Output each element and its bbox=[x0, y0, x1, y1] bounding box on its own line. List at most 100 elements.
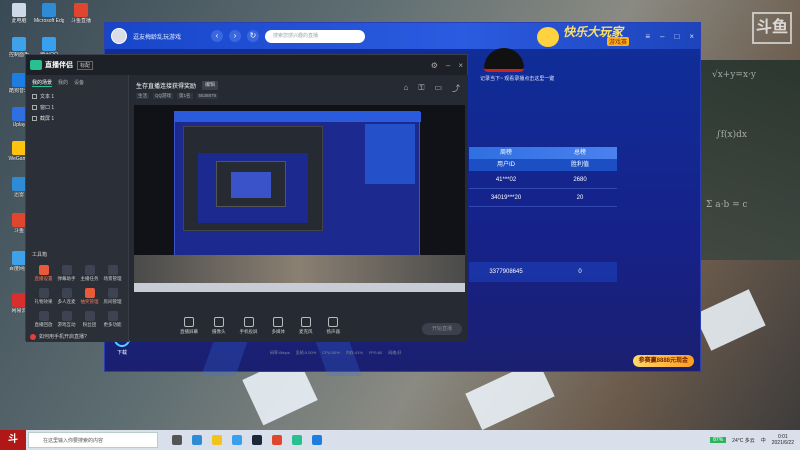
tool-button[interactable]: 多人连麦 bbox=[55, 288, 78, 305]
edge-icon[interactable] bbox=[192, 435, 202, 445]
source-control-button[interactable]: 扬声器 bbox=[327, 317, 340, 335]
promo-button[interactable]: 参赛赢8888元现金 bbox=[632, 355, 694, 367]
source-controls: 直播屏幕 摄像头 手机投屏 多媒体 麦克风 扬声器 bbox=[180, 317, 340, 335]
forward-icon[interactable]: › bbox=[229, 30, 241, 42]
start-live-button[interactable]: 开始直播 bbox=[422, 323, 462, 335]
stat-item: CPU:30% bbox=[322, 350, 340, 355]
desktop-icon-label: 此电脑 bbox=[11, 18, 27, 24]
home-icon[interactable]: ⌂ bbox=[404, 83, 409, 94]
source-control-button[interactable]: 摄像头 bbox=[212, 317, 226, 335]
tool-icon bbox=[107, 265, 118, 275]
tool-icon bbox=[61, 288, 72, 298]
rank-total-tab[interactable]: 总榜 bbox=[543, 147, 617, 159]
app-icon bbox=[42, 37, 56, 51]
tab-mine[interactable]: 我的 bbox=[58, 79, 68, 87]
source-control-button[interactable]: 直播屏幕 bbox=[180, 317, 198, 335]
back-icon[interactable]: ‹ bbox=[211, 30, 223, 42]
tool-button[interactable]: 直播设置 bbox=[32, 265, 55, 282]
desktop-icon[interactable]: Microsoft Edge bbox=[34, 2, 64, 32]
edit-title-button[interactable]: 编辑 bbox=[202, 81, 219, 90]
tool-button[interactable]: 房间管理 bbox=[101, 288, 124, 305]
minimize-icon[interactable]: – bbox=[446, 61, 450, 70]
room-name: 逗友梅龄乱玩游戏 bbox=[133, 34, 182, 41]
app-icon bbox=[12, 293, 26, 307]
app-icon bbox=[74, 3, 88, 17]
scene-panel: 我的场景 我的 设备 文本 1 窗口 1 截屏 1 工具箱 直播设置 弹幕助手 主播… bbox=[26, 75, 129, 342]
steam-icon[interactable] bbox=[252, 435, 262, 445]
douyu-start-icon[interactable]: 斗 bbox=[0, 430, 26, 450]
app-icon bbox=[12, 37, 26, 51]
search-input[interactable]: 搜索您感兴趣的直播 bbox=[265, 29, 365, 43]
mobile-live-hint[interactable]: 如何用手机开启直播? bbox=[30, 333, 87, 340]
eye-icon[interactable] bbox=[32, 116, 37, 121]
banner-badge: 游戏赛 bbox=[607, 37, 630, 46]
app-icon bbox=[12, 73, 26, 87]
tool-button[interactable]: 主播任务 bbox=[78, 265, 101, 282]
close-icon[interactable]: × bbox=[689, 32, 694, 41]
tab-my-scenes[interactable]: 我的场景 bbox=[32, 79, 53, 87]
battery-indicator[interactable]: 87% bbox=[710, 437, 727, 443]
music-icon[interactable] bbox=[312, 435, 322, 445]
eye-icon[interactable] bbox=[32, 105, 37, 110]
live-companion-icon[interactable] bbox=[292, 435, 302, 445]
preview-taskbar bbox=[134, 283, 465, 292]
clock[interactable]: 0:01 2021/6/22 bbox=[772, 434, 794, 446]
scene-item[interactable]: 文本 1 bbox=[26, 91, 128, 102]
tool-button[interactable]: 粉丝团 bbox=[78, 311, 101, 328]
maximize-icon[interactable]: □ bbox=[674, 32, 679, 41]
menu-icon[interactable]: ≡ bbox=[645, 32, 650, 41]
douyu-icon[interactable] bbox=[272, 435, 282, 445]
close-icon[interactable]: × bbox=[458, 61, 463, 70]
tool-button[interactable]: 场景管理 bbox=[101, 265, 124, 282]
tool-button[interactable]: 弹幕助手 bbox=[55, 265, 78, 282]
qq-icon[interactable] bbox=[232, 435, 242, 445]
tool-button[interactable]: 游戏互动 bbox=[55, 311, 78, 328]
source-control-button[interactable]: 手机投屏 bbox=[240, 317, 258, 335]
event-banner[interactable]: 快乐大玩家 游戏赛 bbox=[535, 23, 645, 49]
stream-preview[interactable] bbox=[134, 105, 465, 292]
refresh-icon[interactable]: ↻ bbox=[247, 30, 259, 42]
tool-button[interactable]: 更多功能 bbox=[101, 311, 124, 328]
system-tray: 87% 24°C 多云 中 0:01 2021/6/22 bbox=[710, 434, 800, 446]
avatar[interactable] bbox=[111, 28, 127, 44]
download-label: 下载 bbox=[116, 350, 127, 356]
stream-stats: 码率:0kbps 丢帧:0.00% CPU:30% 内存:41% FPS:60 网络:好 bbox=[270, 350, 401, 356]
tool-icon bbox=[38, 265, 49, 275]
app-icon bbox=[12, 107, 26, 121]
share-icon[interactable]: ⤴ bbox=[452, 83, 460, 94]
rank-weekly-tab[interactable]: 周榜 bbox=[469, 147, 543, 159]
desktop-icon[interactable]: 此电脑 bbox=[4, 2, 34, 32]
version-tag[interactable]: 标配 bbox=[77, 60, 94, 70]
taskbar-search-input[interactable]: 在这里输入你要搜索的内容 bbox=[28, 432, 158, 448]
folder-icon[interactable] bbox=[212, 435, 222, 445]
task-view-icon[interactable] bbox=[172, 435, 182, 445]
lock-icon[interactable]: ⚿ bbox=[418, 83, 424, 94]
share-card[interactable]: 记录当下~ 观看录播点击这里一键 bbox=[476, 48, 576, 123]
minimize-icon[interactable]: – bbox=[660, 32, 664, 41]
app-icon bbox=[12, 177, 26, 191]
language-indicator[interactable]: 中 bbox=[761, 437, 766, 444]
tab-devices[interactable]: 设备 bbox=[74, 79, 84, 87]
eye-icon[interactable] bbox=[32, 94, 37, 99]
tool-button[interactable]: 直播回放 bbox=[32, 311, 55, 328]
meta-tag: 5538879 bbox=[196, 93, 219, 99]
source-control-button[interactable]: 麦克风 bbox=[299, 317, 313, 335]
source-control-button[interactable]: 多媒体 bbox=[272, 317, 285, 335]
stream-title: 生存直播连接获得奖励 bbox=[136, 84, 197, 90]
stage-icons: ⌂ ⚿ ▭ ⤴ bbox=[404, 83, 461, 94]
tool-button[interactable]: 抽奖管理 bbox=[78, 288, 101, 305]
wallpaper-paper bbox=[694, 289, 766, 351]
tool-label: 抽奖管理 bbox=[80, 299, 99, 304]
scene-item[interactable]: 截屏 1 bbox=[26, 113, 128, 124]
tool-button[interactable]: 礼物效果 bbox=[32, 288, 55, 305]
weather[interactable]: 24°C 多云 bbox=[732, 437, 755, 444]
tool-icon bbox=[84, 311, 95, 321]
settings-icon[interactable]: ⚙ bbox=[431, 61, 438, 70]
app-icon bbox=[42, 3, 56, 17]
preview-nested-app bbox=[183, 126, 323, 231]
scene-item[interactable]: 窗口 1 bbox=[26, 102, 128, 113]
table-row: 41***02 2680 bbox=[469, 171, 617, 189]
desktop-icon[interactable]: 斗鱼直播 bbox=[66, 2, 96, 32]
layout-icon[interactable]: ▭ bbox=[434, 83, 442, 94]
meta-tag: QQ游戏 bbox=[153, 93, 174, 99]
